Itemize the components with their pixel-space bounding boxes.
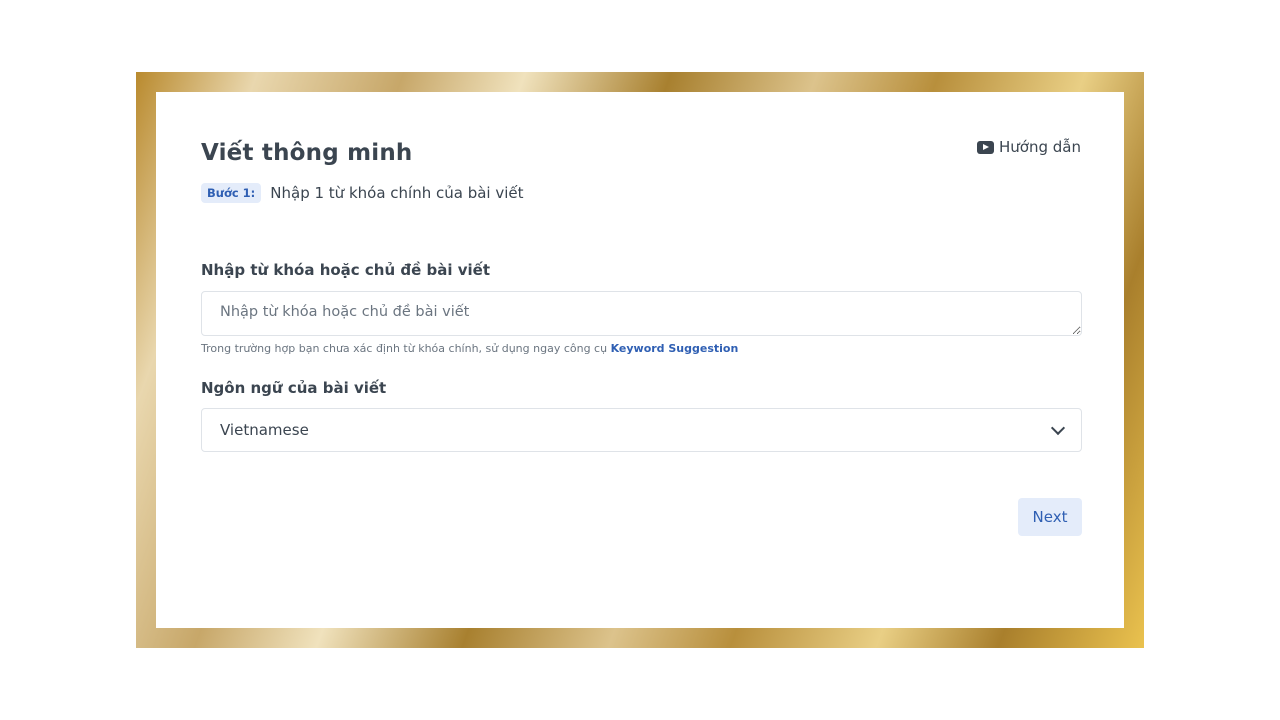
step-description: Nhập 1 từ khóa chính của bài viết xyxy=(270,184,524,202)
gold-frame: Viết thông minh Hướng dẫn Bước 1: Nhập 1… xyxy=(136,72,1144,648)
keyword-suggestion-link[interactable]: Keyword Suggestion xyxy=(611,342,739,355)
step-indicator: Bước 1: Nhập 1 từ khóa chính của bài viế… xyxy=(201,183,524,203)
language-select[interactable]: Vietnamese xyxy=(201,408,1082,452)
page-title: Viết thông minh xyxy=(201,140,413,166)
keyword-hint: Trong trường hợp bạn chưa xác định từ kh… xyxy=(201,342,738,355)
guide-label: Hướng dẫn xyxy=(999,138,1081,156)
smart-writer-card: Viết thông minh Hướng dẫn Bước 1: Nhập 1… xyxy=(156,92,1124,628)
language-selected-value: Vietnamese xyxy=(220,421,309,439)
keyword-hint-text: Trong trường hợp bạn chưa xác định từ kh… xyxy=(201,342,611,355)
guide-link[interactable]: Hướng dẫn xyxy=(977,138,1081,156)
keyword-field-label: Nhập từ khóa hoặc chủ đề bài viết xyxy=(201,261,490,279)
language-field-label: Ngôn ngữ của bài viết xyxy=(201,379,387,397)
keyword-input[interactable] xyxy=(201,291,1082,336)
chevron-down-icon xyxy=(1050,420,1066,435)
next-button[interactable]: Next xyxy=(1018,498,1082,536)
youtube-play-icon xyxy=(977,140,995,154)
step-badge: Bước 1: xyxy=(201,183,262,203)
